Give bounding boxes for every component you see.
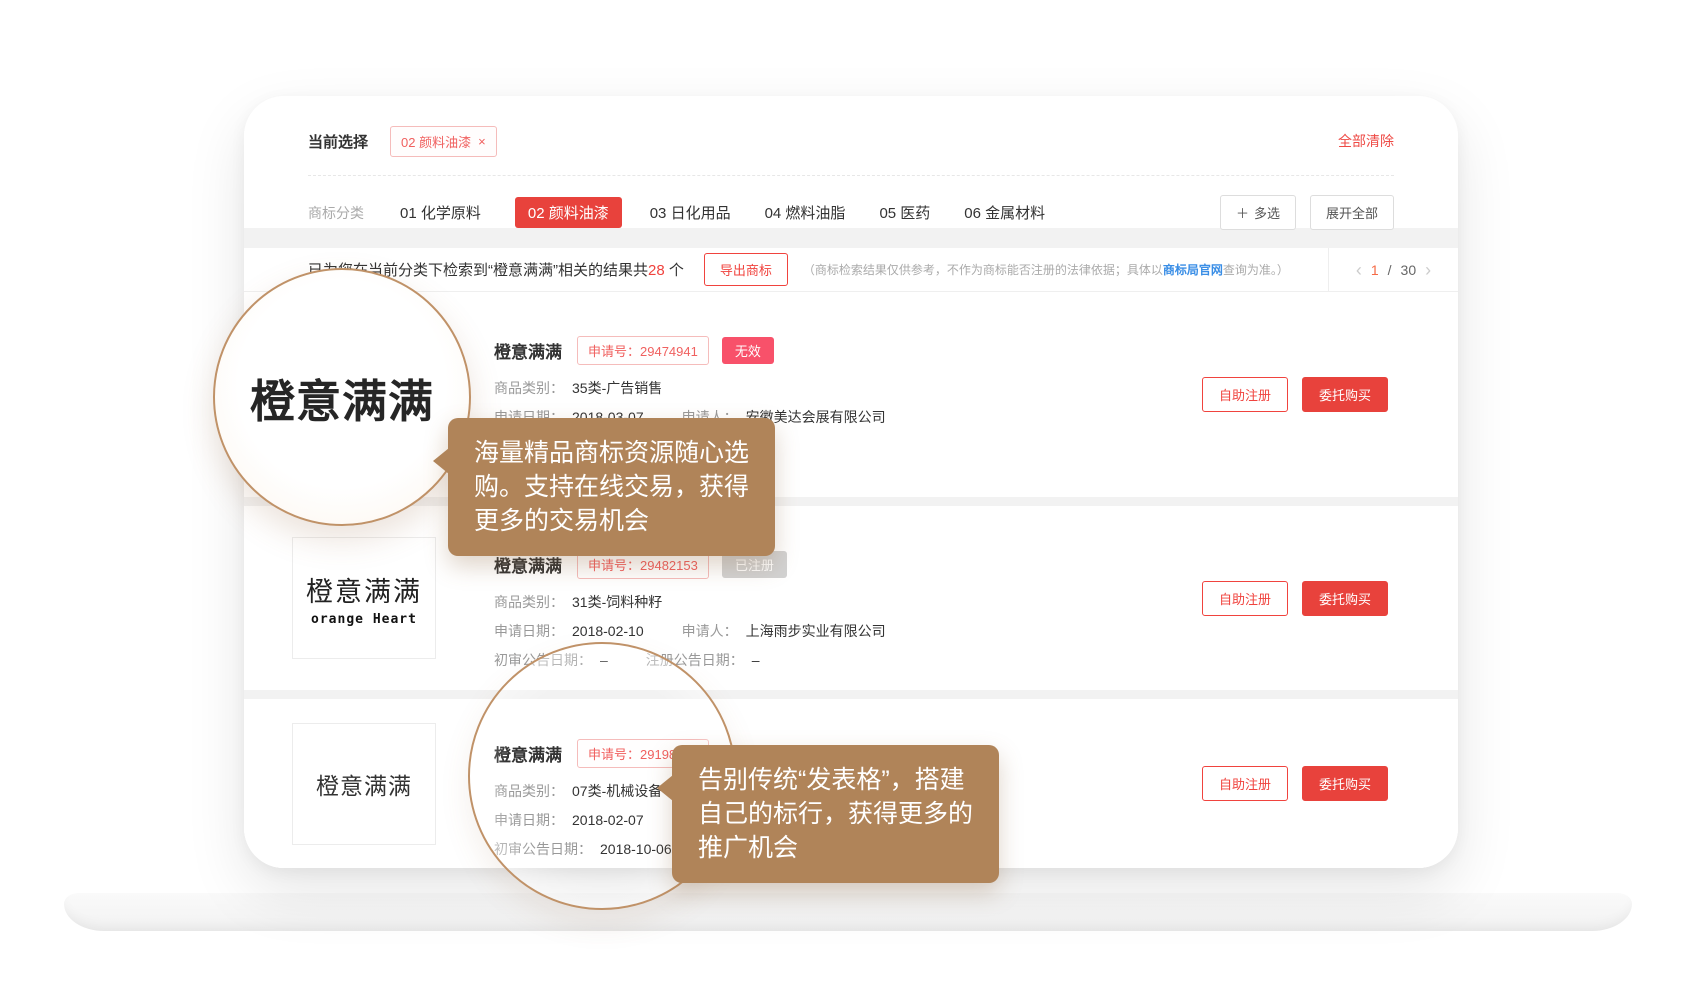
current-selection-row: 当前选择 02 颜料油漆 × 全部清除: [308, 126, 1394, 156]
selected-filter-tag[interactable]: 02 颜料油漆 ×: [390, 126, 497, 157]
category-item-05[interactable]: 05 医药: [879, 197, 930, 228]
row-gap: [244, 690, 1458, 699]
trademark-image[interactable]: 橙意满满 orange Heart: [292, 537, 436, 659]
current-selection-label: 当前选择: [308, 131, 368, 152]
category-item-04[interactable]: 04 燃料油脂: [765, 197, 846, 228]
panel-gap: [244, 228, 1458, 248]
category-item-02-selected[interactable]: 02 颜料油漆: [515, 197, 622, 228]
filter-panel: 当前选择 02 颜料油漆 × 全部清除 商标分类 01 化学原料 02 颜料油漆…: [244, 96, 1458, 228]
category-item-03[interactable]: 03 日化用品: [650, 197, 731, 228]
prev-page-icon[interactable]: ‹: [1356, 261, 1362, 279]
magnifier-circle: 橙意满满: [213, 268, 471, 526]
category-label: 商标分类: [308, 203, 364, 223]
laptop-base: [64, 893, 1632, 931]
status-badge: 无效: [722, 337, 774, 364]
pagination: ‹ 1 / 30 ›: [1328, 248, 1458, 291]
result-row: 橙意满满 orange Heart 橙意满满 申请号：29482153 已注册 …: [244, 506, 1458, 690]
dashed-divider: [308, 175, 1394, 176]
entrust-buy-button[interactable]: 委托购买: [1302, 766, 1388, 801]
close-icon[interactable]: ×: [478, 134, 486, 149]
results-count-number: 28: [648, 262, 665, 279]
apply-date-value: 2018-02-10: [572, 623, 644, 639]
multi-select-label: 多选: [1254, 203, 1280, 222]
trademark-image[interactable]: 橙意满满: [292, 723, 436, 845]
trademark-office-link[interactable]: 商标局官网: [1163, 263, 1223, 277]
category-value: 35类-广告销售: [572, 380, 662, 396]
application-number-tag: 申请号：29474941: [577, 336, 709, 365]
reg-notice-date: –: [752, 652, 760, 668]
entrust-buy-button[interactable]: 委托购买: [1302, 377, 1388, 412]
self-register-button[interactable]: 自助注册: [1202, 377, 1288, 412]
entrust-buy-button[interactable]: 委托购买: [1302, 581, 1388, 616]
multi-select-button[interactable]: ＋ 多选: [1220, 195, 1296, 230]
export-trademark-button[interactable]: 导出商标: [704, 253, 788, 286]
trademark-name[interactable]: 橙意满满: [494, 338, 562, 363]
category-row: 商标分类 01 化学原料 02 颜料油漆 03 日化用品 04 燃料油脂 05 …: [308, 195, 1394, 230]
results-header: 已为您在当前分类下检索到“橙意满满”相关的结果共28 个 导出商标 （商标检索结…: [244, 248, 1458, 292]
selected-filter-tag-label: 02 颜料油漆: [401, 132, 471, 151]
self-register-button[interactable]: 自助注册: [1202, 766, 1288, 801]
total-pages: 30: [1401, 262, 1417, 278]
expand-all-button[interactable]: 展开全部: [1310, 195, 1394, 230]
row-gap: [244, 497, 1458, 506]
trademark-subtext: orange Heart: [311, 612, 417, 627]
clear-all-link[interactable]: 全部清除: [1338, 131, 1394, 151]
category-item-01[interactable]: 01 化学原料: [400, 197, 481, 228]
page-background: 当前选择 02 颜料油漆 × 全部清除 商标分类 01 化学原料 02 颜料油漆…: [0, 0, 1696, 1002]
category-item-06[interactable]: 06 金属材料: [964, 197, 1045, 228]
plus-icon: ＋: [1236, 203, 1249, 222]
disclaimer-text: （商标检索结果仅供参考，不作为商标能否注册的法律依据；具体以商标局官网查询为准。…: [803, 261, 1328, 278]
tooltip-bubble: 告别传统“发表格”，搭建 自己的标行，获得更多的 推广机会: [672, 745, 999, 883]
self-register-button[interactable]: 自助注册: [1202, 581, 1288, 616]
tooltip-bubble: 海量精品商标资源随心选 购。支持在线交易，获得 更多的交易机会: [448, 418, 775, 556]
category-value: 31类-饲料种籽: [572, 594, 662, 610]
magnified-trademark-text: 橙意满满: [250, 365, 434, 430]
next-page-icon[interactable]: ›: [1425, 261, 1431, 279]
current-page: 1: [1371, 262, 1379, 278]
applicant-value: 上海雨步实业有限公司: [746, 623, 886, 639]
